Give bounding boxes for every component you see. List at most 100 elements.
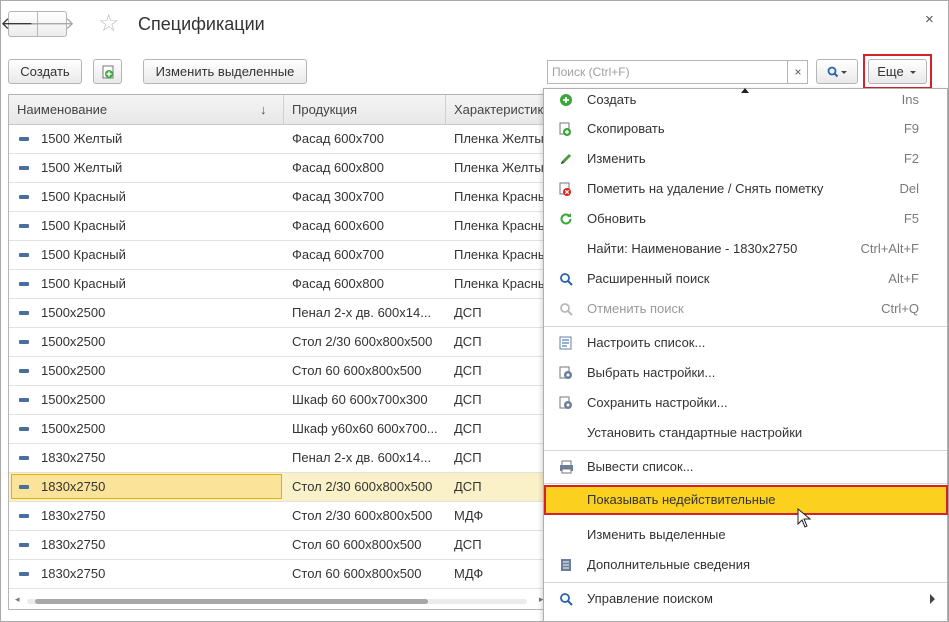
cell-product: Шкаф 60 600х700х300 <box>292 392 428 407</box>
cell-characteristic: Пленка Красный <box>454 218 549 233</box>
create-copy-button[interactable] <box>93 59 122 84</box>
cell-characteristic: ДСП <box>454 479 482 494</box>
cell-characteristic: ДСП <box>454 334 482 349</box>
horizontal-scrollbar[interactable]: ◂ ▸ <box>15 594 550 606</box>
menu-item-shortcut: F2 <box>903 151 919 166</box>
table-row[interactable]: 1830x2750 Стол 60 600х800х500 МДФ <box>9 560 552 589</box>
menu-item-label: Вывести список... <box>587 459 694 474</box>
print-list-icon <box>558 459 574 475</box>
column-header-characteristic[interactable]: Характеристика <box>446 95 552 125</box>
table-row[interactable]: 1500x2500 Шкаф 60 600х700х300 ДСП <box>9 386 552 415</box>
menu-item-refresh[interactable]: Обновить F5 <box>544 204 947 234</box>
table-row[interactable]: 1500x2500 Шкаф у60х60 600х700... ДСП <box>9 415 552 444</box>
menu-item-shortcut: F9 <box>903 121 919 136</box>
page-title: Спецификации <box>138 14 265 34</box>
cancel-search-icon <box>558 301 574 317</box>
menu-item-copy[interactable]: Скопировать F9 <box>544 114 947 144</box>
cell-name: 1500 Желтый <box>41 131 123 146</box>
table-row[interactable]: 1500 Красный Фасад 300х700 Пленка Красный <box>9 183 552 212</box>
forward-button[interactable]: 🡒 <box>29 11 75 37</box>
favorite-star-icon[interactable]: ☆ <box>98 12 120 36</box>
table-row[interactable]: 1500x2500 Стол 2/30 600х800х500 ДСП <box>9 328 552 357</box>
column-header-product[interactable]: Продукция <box>284 95 446 125</box>
scroll-thumb[interactable] <box>35 599 428 604</box>
search-options-button[interactable] <box>816 59 858 84</box>
table-row[interactable]: 1830x2750 Стол 60 600х800х500 ДСП <box>9 531 552 560</box>
column-header-name[interactable]: Наименование ↓ <box>9 95 284 125</box>
menu-item-label: Дополнительные сведения <box>587 557 751 572</box>
menu-item-show-invalid[interactable]: Показывать недействительные <box>544 485 948 515</box>
item-marker-icon <box>19 311 29 315</box>
mouse-cursor-icon <box>797 508 811 528</box>
menu-item-default-settings[interactable]: Установить стандартные настройки <box>544 418 947 448</box>
table-row[interactable]: 1500 Желтый Фасад 600х800 Пленка Желтый <box>9 154 552 183</box>
cell-name: 1500x2500 <box>41 305 106 320</box>
menu-item-label: Изменить <box>587 151 646 166</box>
cell-product: Фасад 600х800 <box>292 160 384 175</box>
table-row[interactable]: 1830x2750 Пенал 2-х дв. 600х14... ДСП <box>9 444 552 473</box>
table-row[interactable]: 1500 Красный Фасад 600х700 Пленка Красный <box>9 241 552 270</box>
cell-name: 1500 Красный <box>41 247 126 262</box>
menu-item-edit[interactable]: Изменить F2 <box>544 144 947 174</box>
item-marker-icon <box>19 427 29 431</box>
menu-item-change-selected[interactable]: Изменить выделенные <box>544 520 947 550</box>
menu-item-search-management[interactable]: Управление поиском <box>544 584 947 614</box>
cell-product: Стол 60 600х800х500 <box>292 566 422 581</box>
table-row[interactable]: 1830x2750 Стол 2/30 600х800х500 ДСП <box>9 473 552 502</box>
menu-separator <box>544 450 947 451</box>
table-row[interactable]: 1830x2750 Стол 2/30 600х800х500 МДФ <box>9 502 552 531</box>
menu-item-configure-list[interactable]: Настроить список... <box>544 328 947 358</box>
search-input[interactable] <box>552 64 780 80</box>
close-icon[interactable]: × <box>925 11 934 28</box>
table-header: Наименование ↓ Продукция Характеристика <box>9 95 552 125</box>
cell-characteristic: Пленка Красный <box>454 189 549 204</box>
cell-product: Стол 2/30 600х800х500 <box>292 334 433 349</box>
item-marker-icon <box>19 340 29 344</box>
search-box[interactable]: × <box>547 60 808 84</box>
cell-product: Фасад 600х700 <box>292 247 384 262</box>
item-marker-icon <box>19 398 29 402</box>
cell-name: 1500x2500 <box>41 421 106 436</box>
advanced-search-icon <box>558 271 574 287</box>
cell-characteristic: МДФ <box>454 566 484 581</box>
cell-name: 1830x2750 <box>41 566 106 581</box>
cell-name: 1830x2750 <box>41 450 106 465</box>
cell-product: Стол 2/30 600х800х500 <box>292 479 433 494</box>
menu-item-additional-info[interactable]: Дополнительные сведения <box>544 550 947 580</box>
item-marker-icon <box>19 572 29 576</box>
clear-search-icon[interactable]: × <box>787 61 808 83</box>
table-row[interactable]: 1500 Красный Фасад 600х800 Пленка Красный <box>9 270 552 299</box>
create-button[interactable]: Создать <box>8 59 82 84</box>
table-row[interactable]: 1500 Желтый Фасад 600х700 Пленка Желтый <box>9 125 552 154</box>
change-selected-button[interactable]: Изменить выделенные <box>143 59 307 84</box>
specifications-table[interactable]: Наименование ↓ Продукция Характеристика 1… <box>8 94 553 610</box>
menu-item-cancel-search[interactable]: Отменить поиск Ctrl+Q <box>544 294 947 324</box>
menu-item-label: Отменить поиск <box>587 301 684 316</box>
menu-item-choose-settings[interactable]: Выбрать настройки... <box>544 358 947 388</box>
menu-item-label: Создать <box>587 92 637 107</box>
table-row[interactable]: 1500 Красный Фасад 600х600 Пленка Красный <box>9 212 552 241</box>
cell-characteristic: Пленка Красный <box>454 247 549 262</box>
menu-item-save-settings[interactable]: Сохранить настройки... <box>544 388 947 418</box>
item-marker-icon <box>19 282 29 286</box>
menu-item-find-by-value[interactable]: Найти: Наименование - 1830x2750 Ctrl+Alt… <box>544 234 947 264</box>
menu-separator <box>544 483 947 484</box>
item-marker-icon <box>19 456 29 460</box>
plus-circle-icon <box>558 92 574 108</box>
scroll-left-icon[interactable]: ◂ <box>15 594 20 605</box>
save-settings-icon <box>558 395 574 411</box>
cell-product: Фасад 600х700 <box>292 131 384 146</box>
table-row[interactable]: 1500x2500 Стол 60 600х800х500 ДСП <box>9 357 552 386</box>
menu-item-output-list[interactable]: Вывести список... <box>544 452 947 482</box>
table-row[interactable]: 1500x2500 Пенал 2-х дв. 600х14... ДСП <box>9 299 552 328</box>
arrow-right-icon: 🡒 <box>29 14 75 33</box>
menu-item-shortcut: Ctrl+Q <box>881 301 919 316</box>
menu-item-label: Управление поиском <box>587 591 713 606</box>
cell-product: Шкаф у60х60 600х700... <box>292 421 438 436</box>
menu-item-label: Найти: Наименование - 1830x2750 <box>587 241 798 256</box>
menu-item-advanced-search[interactable]: Расширенный поиск Alt+F <box>544 264 947 294</box>
cell-name: 1830x2750 <box>41 508 106 523</box>
search-icon <box>827 66 847 77</box>
menu-item-mark-delete[interactable]: Пометить на удаление / Снять пометку Del <box>544 174 947 204</box>
cell-name: 1500 Красный <box>41 276 126 291</box>
